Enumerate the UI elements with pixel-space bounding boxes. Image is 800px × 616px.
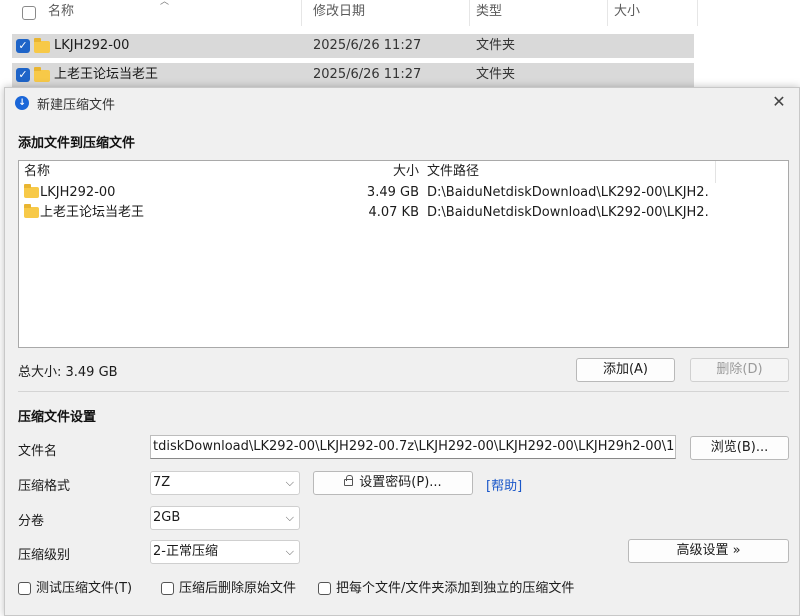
list-header-path[interactable]: 文件路径 (427, 161, 716, 183)
filename-field[interactable]: tdiskDownload\LK292-00\LKJH292-00.7z\LKJ… (150, 435, 676, 459)
chevron-down-icon: ⌵ (285, 476, 294, 489)
list-header-name[interactable]: 名称 (24, 161, 224, 183)
set-password-button[interactable]: 设置密码(P)... (313, 471, 473, 495)
separate-archives-checkbox[interactable]: 把每个文件/文件夹添加到独立的压缩文件 (318, 581, 578, 597)
dialog-titlebar[interactable]: ↓ 新建压缩文件 ✕ (5, 88, 799, 118)
row-type: 文件夹 (476, 38, 516, 53)
folder-icon (24, 204, 39, 218)
file-explorer: ︿ 名称 修改日期 类型 大小 ✓ LKJH292-00 2025/6/26 1… (0, 0, 800, 90)
format-select[interactable]: 7Z ⌵ (150, 471, 300, 495)
file-size: 4.07 KB (368, 205, 419, 220)
file-size: 3.49 GB (366, 185, 419, 200)
app-logo-icon: ↓ (15, 96, 29, 110)
select-all-checkbox[interactable] (22, 6, 36, 20)
row-modified: 2025/6/26 11:27 (313, 67, 422, 82)
split-label: 分卷 (18, 514, 45, 529)
folder-icon (34, 38, 50, 53)
column-header-type[interactable]: 类型 (470, 0, 608, 26)
total-size: 总大小: 3.49 GB (18, 365, 118, 380)
row-name: LKJH292-00 (54, 38, 130, 53)
checkbox-box[interactable] (318, 582, 331, 595)
delete-after-checkbox[interactable]: 压缩后删除原始文件 (161, 581, 306, 597)
folder-icon (34, 67, 50, 82)
format-label: 压缩格式 (18, 479, 71, 494)
new-archive-dialog: ↓ 新建压缩文件 ✕ 添加文件到压缩文件 名称 大小 文件路径 LKJH292-… (4, 87, 800, 616)
add-button[interactable]: 添加(A) (576, 358, 675, 382)
row-modified: 2025/6/26 11:27 (313, 38, 422, 53)
settings-section-title: 压缩文件设置 (18, 410, 97, 425)
chevron-down-icon: ⌵ (285, 511, 294, 524)
level-label: 压缩级别 (18, 548, 71, 563)
column-header-name[interactable]: 名称 (42, 0, 302, 26)
row-name: 上老王论坛当老王 (54, 67, 159, 82)
checkbox-box[interactable] (161, 582, 174, 595)
row-type: 文件夹 (476, 67, 516, 82)
list-item[interactable]: LKJH292-00 3.49 GB D:\BaiduNetdiskDownlo… (19, 183, 788, 203)
checkbox-label: 测试压缩文件(T) (36, 581, 133, 596)
row-checkbox[interactable]: ✓ (16, 68, 30, 82)
lock-icon (344, 475, 354, 486)
file-list-header: 名称 大小 文件路径 (19, 161, 788, 183)
list-header-size[interactable]: 大小 (319, 161, 419, 183)
test-archive-checkbox[interactable]: 测试压缩文件(T) (18, 581, 148, 597)
checkbox-label: 把每个文件/文件夹添加到独立的压缩文件 (336, 581, 575, 596)
delete-button[interactable]: 删除(D) (690, 358, 789, 382)
file-name: 上老王论坛当老王 (40, 205, 145, 220)
format-value: 7Z (153, 475, 171, 490)
file-list[interactable]: 名称 大小 文件路径 LKJH292-00 3.49 GB D:\BaiduNe… (18, 160, 789, 348)
checkbox-label: 压缩后删除原始文件 (179, 581, 297, 596)
file-path: D:\BaiduNetdiskDownload\LK292-00\LKJH2..… (427, 185, 709, 200)
filename-label: 文件名 (18, 444, 58, 459)
explorer-row[interactable]: ✓ 上老王论坛当老王 2025/6/26 11:27 文件夹 (12, 63, 694, 87)
explorer-header: ︿ 名称 修改日期 类型 大小 (0, 0, 700, 26)
folder-icon (24, 184, 39, 198)
list-item[interactable]: 上老王论坛当老王 4.07 KB D:\BaiduNetdiskDownload… (19, 203, 788, 223)
set-password-label: 设置密码(P)... (359, 475, 442, 490)
row-checkbox[interactable]: ✓ (16, 39, 30, 53)
file-name: LKJH292-00 (40, 185, 116, 200)
level-select[interactable]: 2-正常压缩 ⌵ (150, 540, 300, 564)
split-value: 2GB (153, 510, 181, 525)
advanced-settings-button[interactable]: 高级设置 » (628, 539, 789, 563)
add-files-section-title: 添加文件到压缩文件 (18, 136, 136, 151)
split-select[interactable]: 2GB ⌵ (150, 506, 300, 530)
level-value: 2-正常压缩 (153, 544, 218, 559)
chevron-down-icon: ⌵ (285, 545, 294, 558)
browse-button[interactable]: 浏览(B)... (690, 436, 789, 460)
dialog-title: 新建压缩文件 (37, 98, 116, 113)
file-path: D:\BaiduNetdiskDownload\LK292-00\LKJH2..… (427, 205, 709, 220)
explorer-row[interactable]: ✓ LKJH292-00 2025/6/26 11:27 文件夹 (12, 34, 694, 58)
column-header-size[interactable]: 大小 (608, 0, 698, 26)
help-link[interactable]: [帮助] (486, 475, 522, 494)
section-divider (18, 391, 789, 392)
checkbox-box[interactable] (18, 582, 31, 595)
close-icon[interactable]: ✕ (769, 92, 789, 112)
column-header-modified[interactable]: 修改日期 (307, 0, 470, 26)
